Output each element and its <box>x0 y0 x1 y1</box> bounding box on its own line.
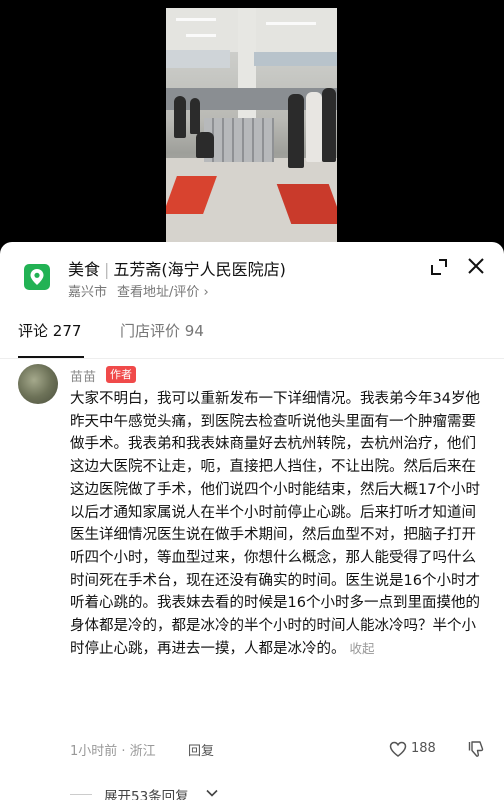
heart-icon[interactable] <box>389 741 407 757</box>
shop-title: 美食 | 五芳斋(海宁人民医院店) <box>68 256 286 280</box>
video-light <box>186 34 216 37</box>
video-seats <box>204 118 274 162</box>
video-person <box>174 96 186 138</box>
like-count: 188 <box>411 741 436 756</box>
video-person <box>306 92 322 162</box>
title-separator: | <box>104 260 110 279</box>
address-link[interactable]: 查看地址/评价 › <box>117 285 209 300</box>
comment-text: 大家不明白，我可以重新发布一下详细情况。我表弟今年34岁他昨天中午感觉头痛，到医… <box>70 391 480 657</box>
video-sign <box>254 52 337 66</box>
video-light <box>176 18 216 21</box>
comment-tabs: 评论 277 门店评价 94 <box>0 312 504 358</box>
author-badge: 作者 <box>106 366 136 383</box>
dislike-icon[interactable] <box>468 740 484 758</box>
comment-item: 苗苗 作者 大家不明白，我可以重新发布一下详细情况。我表弟今年34岁他昨天中午感… <box>0 364 504 764</box>
video-person <box>196 132 214 158</box>
close-icon[interactable] <box>467 257 485 275</box>
video-person <box>288 94 304 168</box>
collapse-link[interactable]: 收起 <box>350 641 375 656</box>
shop-name: 五芳斋(海宁人民医院店) <box>113 260 286 279</box>
avatar[interactable] <box>18 364 58 404</box>
comment-time-location: 1小时前 · 浙江 <box>70 744 156 759</box>
comment-author[interactable]: 苗苗 <box>70 366 96 385</box>
video-sign <box>166 50 230 68</box>
video-player[interactable] <box>0 0 504 242</box>
chevron-down-icon[interactable] <box>206 789 218 797</box>
video-light <box>266 22 316 25</box>
shop-city: 嘉兴市 <box>68 285 108 300</box>
divider <box>0 358 504 359</box>
comment-body: 大家不明白，我可以重新发布一下详细情况。我表弟今年34岁他昨天中午感觉头痛，到医… <box>70 388 482 660</box>
expand-replies-button[interactable]: 展开53条回复 <box>104 785 189 800</box>
comment-meta: 1小时前 · 浙江 回复 188 <box>0 738 504 762</box>
map-pin-icon <box>24 264 50 290</box>
expand-icon[interactable] <box>430 258 448 276</box>
video-frame[interactable] <box>166 8 337 242</box>
comments-panel: 美食 | 五芳斋(海宁人民医院店) 嘉兴市 查看地址/评价 › 评论 277 门店评价… <box>0 242 504 800</box>
shop-subtitle: 嘉兴市 查看地址/评价 › <box>68 281 209 300</box>
video-person <box>322 88 336 162</box>
tab-store-reviews[interactable]: 门店评价 94 <box>120 320 204 341</box>
shop-banner[interactable]: 美食 | 五芳斋(海宁人民医院店) 嘉兴市 查看地址/评价 › <box>0 242 504 302</box>
video-person <box>190 98 200 134</box>
shop-category: 美食 <box>68 260 101 279</box>
expand-divider <box>70 794 92 795</box>
tab-comments[interactable]: 评论 277 <box>18 320 81 341</box>
reply-button[interactable]: 回复 <box>188 740 214 759</box>
